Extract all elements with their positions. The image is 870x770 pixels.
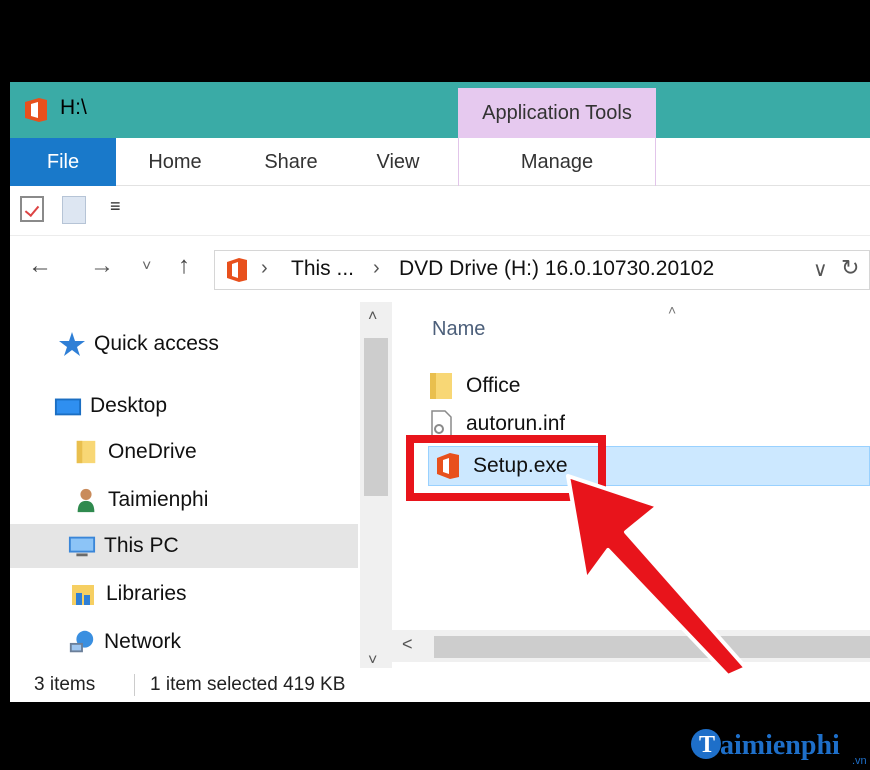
navigation-pane-scrollbar[interactable]: ˄ ˅: [360, 302, 392, 674]
breadcrumb-this-pc[interactable]: This ...: [291, 257, 354, 281]
office-icon: [25, 98, 47, 122]
nav-item-label: Quick access: [94, 332, 219, 355]
nav-item-label: This PC: [104, 534, 179, 557]
svg-text:T: T: [699, 732, 715, 758]
quick-access-toolbar: ≡: [10, 186, 870, 236]
nav-item-quick-access[interactable]: Quick access: [58, 322, 219, 366]
nav-item-network[interactable]: Network: [68, 620, 181, 664]
scrollbar-thumb[interactable]: [364, 338, 388, 496]
recent-locations-chevron-icon[interactable]: ˅: [142, 258, 151, 276]
file-name: Office: [466, 374, 521, 397]
taimienphi-logo: T aimienphi .vn: [691, 729, 867, 766]
screenshot-frame: H:\ Application Tools File Home Share Vi…: [0, 0, 870, 770]
office-icon: [227, 258, 247, 282]
status-selection: 1 item selected 419 KB: [150, 674, 346, 695]
network-icon: [69, 630, 94, 653]
status-divider: [134, 674, 135, 696]
watermark-text: aimienphi: [720, 730, 840, 761]
folder-icon: [430, 373, 452, 399]
star-icon: [59, 332, 85, 356]
scroll-up-icon[interactable]: ˄: [368, 308, 377, 326]
forward-arrow-icon[interactable]: →: [90, 252, 114, 280]
nav-item-taimienphi[interactable]: Taimienphi: [72, 478, 208, 522]
ribbon-tabs: File Home Share View Manage: [10, 138, 870, 186]
up-arrow-icon[interactable]: ↑: [178, 252, 190, 280]
refresh-icon[interactable]: ↻: [841, 255, 859, 281]
list-item[interactable]: Office: [428, 366, 520, 406]
nav-item-label: Desktop: [90, 394, 168, 417]
libraries-icon: [72, 585, 94, 605]
status-item-count: 3 items: [34, 674, 96, 695]
navigation-pane: Quick access Desktop OneDrive Taimienphi…: [10, 302, 358, 674]
window-title: H:\: [60, 96, 87, 119]
back-arrow-icon[interactable]: ←: [28, 252, 52, 280]
new-folder-icon[interactable]: [62, 196, 86, 224]
tab-view[interactable]: View: [360, 138, 436, 186]
customize-toolbar-dropdown-icon[interactable]: ≡: [110, 196, 121, 217]
contextual-tab-group-application-tools: Application Tools: [458, 88, 656, 138]
nav-item-onedrive[interactable]: OneDrive: [72, 430, 197, 474]
nav-item-desktop[interactable]: Desktop: [54, 384, 167, 428]
file-name: autorun.inf: [466, 412, 566, 435]
address-dropdown-icon[interactable]: ∨: [813, 257, 828, 282]
folder-icon: [76, 440, 96, 464]
nav-item-label: Libraries: [106, 582, 187, 605]
nav-item-label: Network: [104, 630, 182, 653]
watermark-suffix: .vn: [852, 755, 867, 766]
sort-ascending-icon: ˄: [668, 302, 677, 318]
properties-icon[interactable]: [20, 196, 44, 222]
breadcrumb-separator-icon[interactable]: ›: [373, 257, 380, 280]
annotation-arrow-icon: [566, 474, 748, 678]
tab-file[interactable]: File: [10, 138, 116, 186]
desktop-icon: [54, 398, 82, 416]
nav-item-label: Taimienphi: [108, 488, 209, 511]
user-icon: [77, 488, 95, 513]
breadcrumb-dvd-drive[interactable]: DVD Drive (H:) 16.0.10730.20102: [399, 257, 714, 281]
tab-share[interactable]: Share: [246, 138, 336, 186]
scroll-left-icon[interactable]: ˂: [402, 634, 413, 655]
tab-home[interactable]: Home: [130, 138, 220, 186]
address-bar[interactable]: › This ... › DVD Drive (H:) 16.0.10730.2…: [214, 250, 870, 290]
nav-item-label: OneDrive: [108, 440, 197, 463]
title-bar: H:\ Application Tools: [10, 82, 870, 138]
tab-manage[interactable]: Manage: [458, 138, 656, 186]
column-header-name[interactable]: Name: [432, 318, 485, 341]
navigation-bar: ← → ˅ ↑ › This ... › DVD Drive (H:) 16.0…: [10, 236, 870, 302]
computer-icon: [68, 536, 96, 557]
nav-item-this-pc[interactable]: This PC: [10, 524, 358, 568]
nav-item-libraries[interactable]: Libraries: [70, 572, 187, 616]
breadcrumb-separator-icon: ›: [261, 257, 268, 279]
